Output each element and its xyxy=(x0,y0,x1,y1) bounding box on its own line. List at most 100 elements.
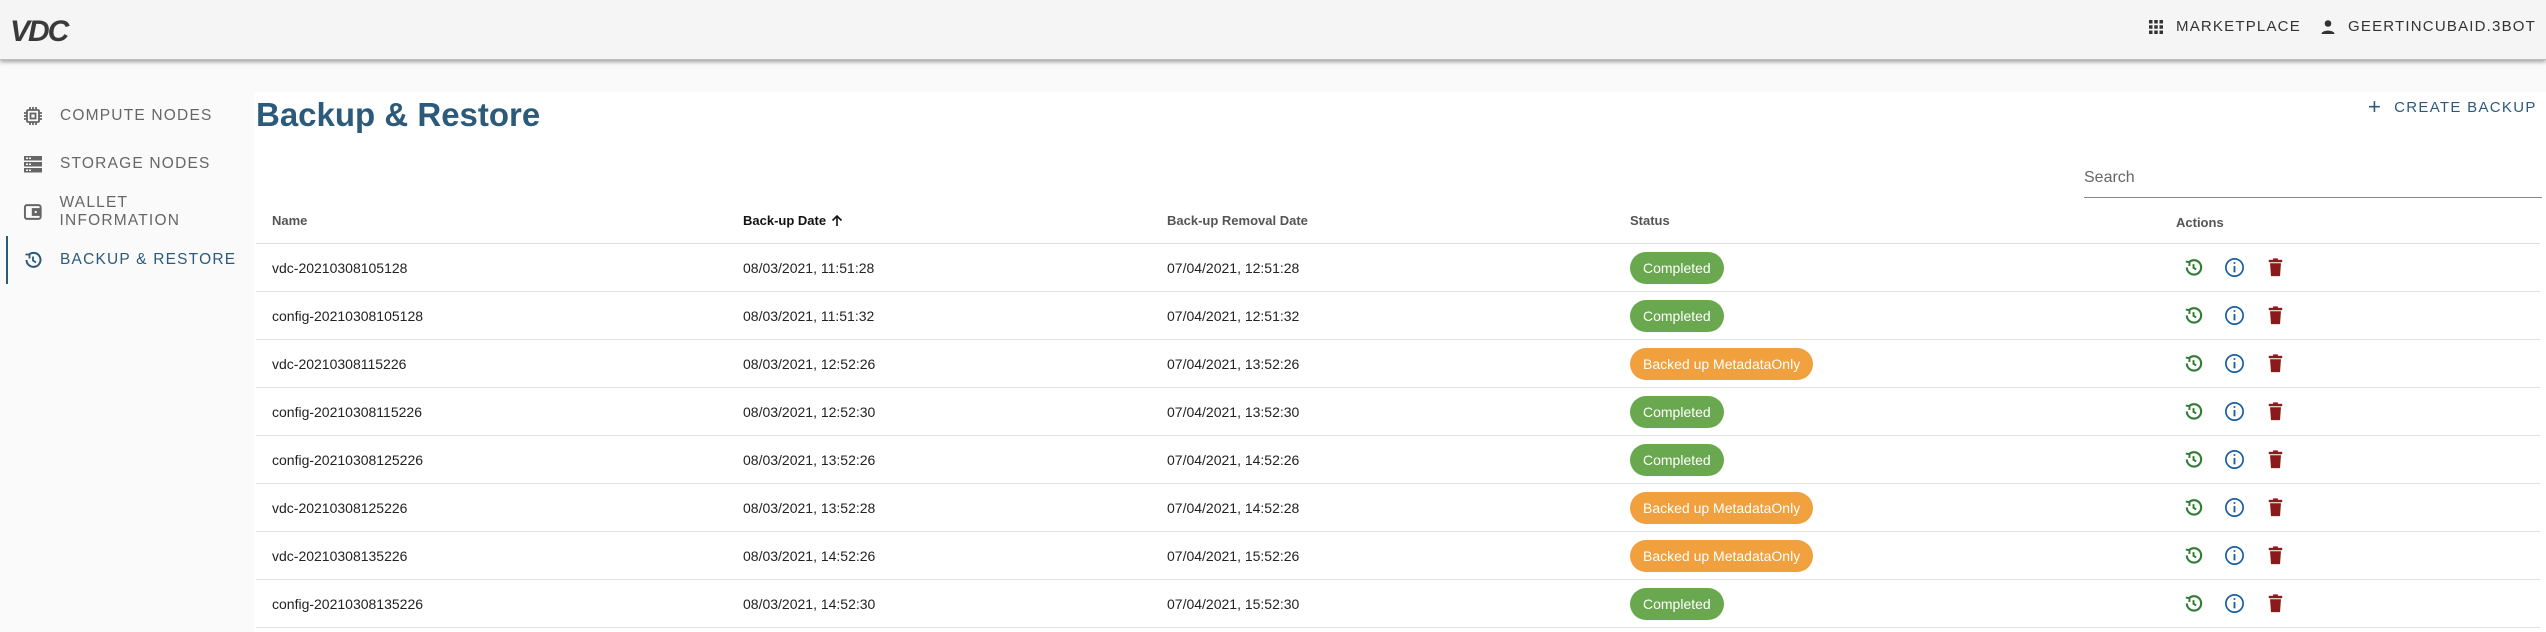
restore-button[interactable] xyxy=(2182,544,2205,567)
status-badge: Completed xyxy=(1630,300,1724,332)
restore-button[interactable] xyxy=(2182,448,2205,471)
table-row[interactable]: config-20210308135226 08/03/2021, 14:52:… xyxy=(256,580,2540,628)
restore-button[interactable] xyxy=(2182,400,2205,423)
info-icon xyxy=(2225,402,2244,421)
status-badge: Completed xyxy=(1630,396,1724,428)
delete-button[interactable] xyxy=(2264,304,2287,327)
sidebar-item-wallet-information[interactable]: WALLET INFORMATION xyxy=(0,188,250,236)
table-row[interactable]: vdc-20210308105128 08/03/2021, 11:51:28 … xyxy=(256,244,2540,292)
delete-button[interactable] xyxy=(2264,496,2287,519)
info-button[interactable] xyxy=(2223,352,2246,375)
info-button[interactable] xyxy=(2223,496,2246,519)
table-row[interactable]: vdc-20210308115226 08/03/2021, 12:52:26 … xyxy=(256,340,2540,388)
sort-arrow-up-icon xyxy=(832,214,843,226)
delete-button[interactable] xyxy=(2264,352,2287,375)
row-actions xyxy=(2182,256,2287,279)
status-badge: Backed up MetadataOnly xyxy=(1630,492,1814,524)
delete-button[interactable] xyxy=(2264,448,2287,471)
wallet-icon xyxy=(23,204,42,220)
table-row[interactable]: config-20210308125226 08/03/2021, 13:52:… xyxy=(256,436,2540,484)
cell-backup-date: 08/03/2021, 13:52:26 xyxy=(743,452,876,468)
delete-icon xyxy=(2268,498,2283,517)
restore-icon xyxy=(2185,355,2203,372)
restore-button[interactable] xyxy=(2182,592,2205,615)
delete-icon xyxy=(2268,594,2283,613)
cell-removal-date: 07/04/2021, 15:52:30 xyxy=(1167,596,1300,612)
cell-removal-date: 07/04/2021, 12:51:32 xyxy=(1167,308,1300,324)
restore-button[interactable] xyxy=(2182,304,2205,327)
status-badge: Backed up MetadataOnly xyxy=(1630,540,1814,572)
column-header-name[interactable]: Name xyxy=(272,213,307,228)
delete-button[interactable] xyxy=(2264,544,2287,567)
table-row[interactable]: config-20210308115226 08/03/2021, 12:52:… xyxy=(256,388,2540,436)
sidebar-item-backup-restore[interactable]: BACKUP & RESTORE xyxy=(0,236,250,284)
restore-icon xyxy=(2185,451,2203,468)
table-row[interactable]: vdc-20210308125226 08/03/2021, 13:52:28 … xyxy=(256,484,2540,532)
info-icon xyxy=(2225,498,2244,517)
info-icon xyxy=(2225,546,2244,565)
info-button[interactable] xyxy=(2223,304,2246,327)
create-backup-label: CREATE BACKUP xyxy=(2394,98,2537,116)
cell-name: config-20210308135226 xyxy=(272,596,424,612)
delete-button[interactable] xyxy=(2264,592,2287,615)
info-button[interactable] xyxy=(2223,544,2246,567)
column-header-removal-date[interactable]: Back-up Removal Date xyxy=(1167,213,1308,228)
search-field[interactable] xyxy=(2084,162,2542,198)
cell-backup-date: 08/03/2021, 13:52:28 xyxy=(743,500,876,516)
cell-name: vdc-20210308105128 xyxy=(272,260,408,276)
cell-removal-date: 07/04/2021, 13:52:30 xyxy=(1167,404,1300,420)
restore-icon xyxy=(2185,403,2203,420)
status-badge: Backed up MetadataOnly xyxy=(1630,348,1814,380)
cell-backup-date: 08/03/2021, 11:51:32 xyxy=(743,308,875,324)
info-button[interactable] xyxy=(2223,592,2246,615)
info-button[interactable] xyxy=(2223,448,2246,471)
row-actions xyxy=(2182,592,2287,615)
column-header-status[interactable]: Status xyxy=(1630,213,1670,228)
restore-button[interactable] xyxy=(2182,256,2205,279)
delete-icon xyxy=(2268,450,2283,469)
user-menu-button[interactable]: GEERTINCUBAID.3BOT xyxy=(2320,18,2536,35)
row-actions xyxy=(2182,544,2287,567)
row-actions xyxy=(2182,496,2287,519)
vdc-logo[interactable]: VDC xyxy=(8,16,92,44)
table-row[interactable]: config-20210308105128 08/03/2021, 11:51:… xyxy=(256,292,2540,340)
cell-removal-date: 07/04/2021, 14:52:28 xyxy=(1167,500,1300,516)
restore-icon xyxy=(2185,595,2203,612)
cell-backup-date: 08/03/2021, 14:52:30 xyxy=(743,596,876,612)
delete-icon xyxy=(2268,354,2283,373)
info-button[interactable] xyxy=(2223,400,2246,423)
column-header-backup-date[interactable]: Back-up Date xyxy=(743,213,844,228)
page-title: Backup & Restore xyxy=(256,96,541,133)
delete-icon xyxy=(2268,258,2283,277)
info-icon xyxy=(2225,354,2244,373)
cell-name: config-20210308105128 xyxy=(272,308,424,324)
cell-removal-date: 07/04/2021, 13:52:26 xyxy=(1167,356,1300,372)
cell-name: vdc-20210308115226 xyxy=(272,356,407,372)
cell-removal-date: 07/04/2021, 15:52:26 xyxy=(1167,548,1300,564)
info-icon xyxy=(2225,306,2244,325)
apps-grid-icon xyxy=(2149,19,2163,34)
column-header-label: Back-up Date xyxy=(743,213,827,228)
delete-button[interactable] xyxy=(2264,256,2287,279)
restore-button[interactable] xyxy=(2182,496,2205,519)
status-badge: Completed xyxy=(1630,444,1724,476)
user-label: GEERTINCUBAID.3BOT xyxy=(2348,18,2537,35)
info-button[interactable] xyxy=(2223,256,2246,279)
table-row[interactable]: vdc-20210308135226 08/03/2021, 14:52:26 … xyxy=(256,532,2540,580)
restore-button[interactable] xyxy=(2182,352,2205,375)
create-backup-button[interactable]: + CREATE BACKUP xyxy=(2368,96,2537,118)
delete-icon xyxy=(2268,402,2283,421)
status-badge: Completed xyxy=(1630,252,1724,284)
storage-icon xyxy=(24,156,42,173)
row-actions xyxy=(2182,400,2287,423)
sidebar-item-compute-nodes[interactable]: COMPUTE NODES xyxy=(0,92,250,140)
sidebar-item-label: COMPUTE NODES xyxy=(60,107,213,124)
sidebar-item-label: WALLET INFORMATION xyxy=(59,194,181,229)
cell-backup-date: 08/03/2021, 11:51:28 xyxy=(743,260,875,276)
search-input[interactable] xyxy=(2084,162,2542,194)
restore-icon xyxy=(25,251,42,268)
table-body: vdc-20210308105128 08/03/2021, 11:51:28 … xyxy=(256,244,2540,628)
sidebar-item-storage-nodes[interactable]: STORAGE NODES xyxy=(0,140,250,188)
delete-button[interactable] xyxy=(2264,400,2287,423)
marketplace-button[interactable]: MARKETPLACE xyxy=(2148,18,2301,35)
